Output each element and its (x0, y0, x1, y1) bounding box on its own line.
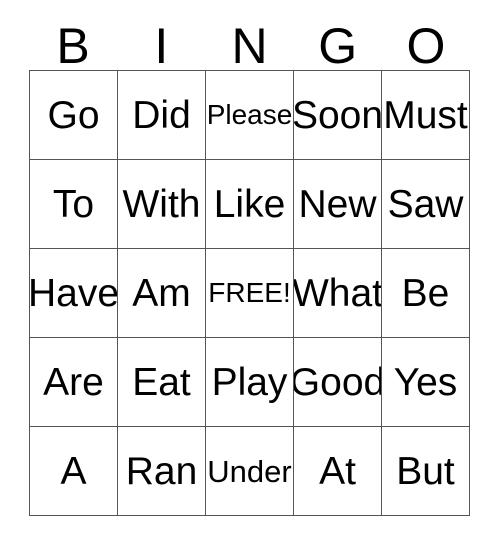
bingo-free-cell[interactable]: FREE! (206, 249, 294, 338)
bingo-cell[interactable]: Must (382, 71, 470, 160)
bingo-header-cell-i: I (117, 14, 205, 74)
bingo-cell[interactable]: Play (206, 338, 294, 427)
bingo-header-cell-n: N (205, 14, 293, 74)
bingo-cell-label: Please (206, 99, 293, 130)
bingo-cell-label: Under (207, 453, 292, 489)
bingo-cell-label: Soon (294, 93, 382, 137)
bingo-cell-label: FREE! (208, 277, 291, 308)
bingo-cell[interactable]: Eat (118, 338, 206, 427)
bingo-cell-label: What (294, 271, 382, 315)
bingo-cell-label: Did (132, 93, 191, 137)
bingo-cell-label: Eat (132, 360, 191, 404)
bingo-cell[interactable]: Be (382, 249, 470, 338)
bingo-cell[interactable]: Please (206, 71, 294, 160)
bingo-cell[interactable]: Yes (382, 338, 470, 427)
bingo-cell[interactable]: To (30, 160, 118, 249)
bingo-grid: Go Did Please Soon Must To With Like New… (29, 70, 470, 516)
bingo-cell-label: Am (132, 271, 191, 315)
bingo-header-letter: B (56, 18, 90, 74)
bingo-cell[interactable]: A (30, 427, 118, 516)
bingo-cell[interactable]: New (294, 160, 382, 249)
bingo-header-cell-b: B (29, 14, 117, 74)
bingo-cell[interactable]: At (294, 427, 382, 516)
bingo-cell-label: A (60, 449, 87, 493)
bingo-cell-label: With (122, 182, 201, 226)
bingo-header-letter: I (154, 18, 169, 74)
bingo-header-cell-g: G (294, 14, 382, 74)
bingo-cell[interactable]: Under (206, 427, 294, 516)
bingo-header-cell-o: O (382, 14, 470, 74)
bingo-cell[interactable]: Have (30, 249, 118, 338)
bingo-card: B I N G O Go Did Please Soon Must To Wit… (0, 0, 500, 544)
bingo-cell[interactable]: Am (118, 249, 206, 338)
bingo-cell[interactable]: Go (30, 71, 118, 160)
bingo-cell[interactable]: With (118, 160, 206, 249)
bingo-header-letter: G (318, 18, 358, 74)
bingo-cell-label: Good (294, 360, 382, 404)
bingo-header-letter: O (406, 18, 446, 74)
bingo-cell-label: Ran (125, 449, 198, 493)
bingo-cell[interactable]: Did (118, 71, 206, 160)
bingo-cell[interactable]: What (294, 249, 382, 338)
bingo-cell[interactable]: But (382, 427, 470, 516)
bingo-cell-label: Have (30, 271, 118, 315)
bingo-cell-label: Be (401, 271, 450, 315)
bingo-cell-label: New (298, 182, 377, 226)
bingo-cell-label: Are (43, 360, 104, 404)
bingo-cell-label: To (52, 182, 95, 226)
bingo-cell-label: Yes (393, 360, 458, 404)
bingo-header-letter: N (231, 18, 268, 74)
bingo-cell[interactable]: Good (294, 338, 382, 427)
bingo-cell-label: Saw (387, 182, 464, 226)
bingo-cell[interactable]: Like (206, 160, 294, 249)
bingo-cell-label: But (396, 449, 455, 493)
bingo-header-row: B I N G O (29, 14, 470, 74)
bingo-cell-label: Like (213, 182, 286, 226)
bingo-cell-label: Go (47, 93, 100, 137)
bingo-cell-label: Play (211, 360, 288, 404)
bingo-cell[interactable]: Soon (294, 71, 382, 160)
bingo-cell[interactable]: Are (30, 338, 118, 427)
bingo-cell-label: At (319, 449, 356, 493)
bingo-cell[interactable]: Saw (382, 160, 470, 249)
bingo-cell-label: Must (383, 93, 468, 137)
bingo-cell[interactable]: Ran (118, 427, 206, 516)
